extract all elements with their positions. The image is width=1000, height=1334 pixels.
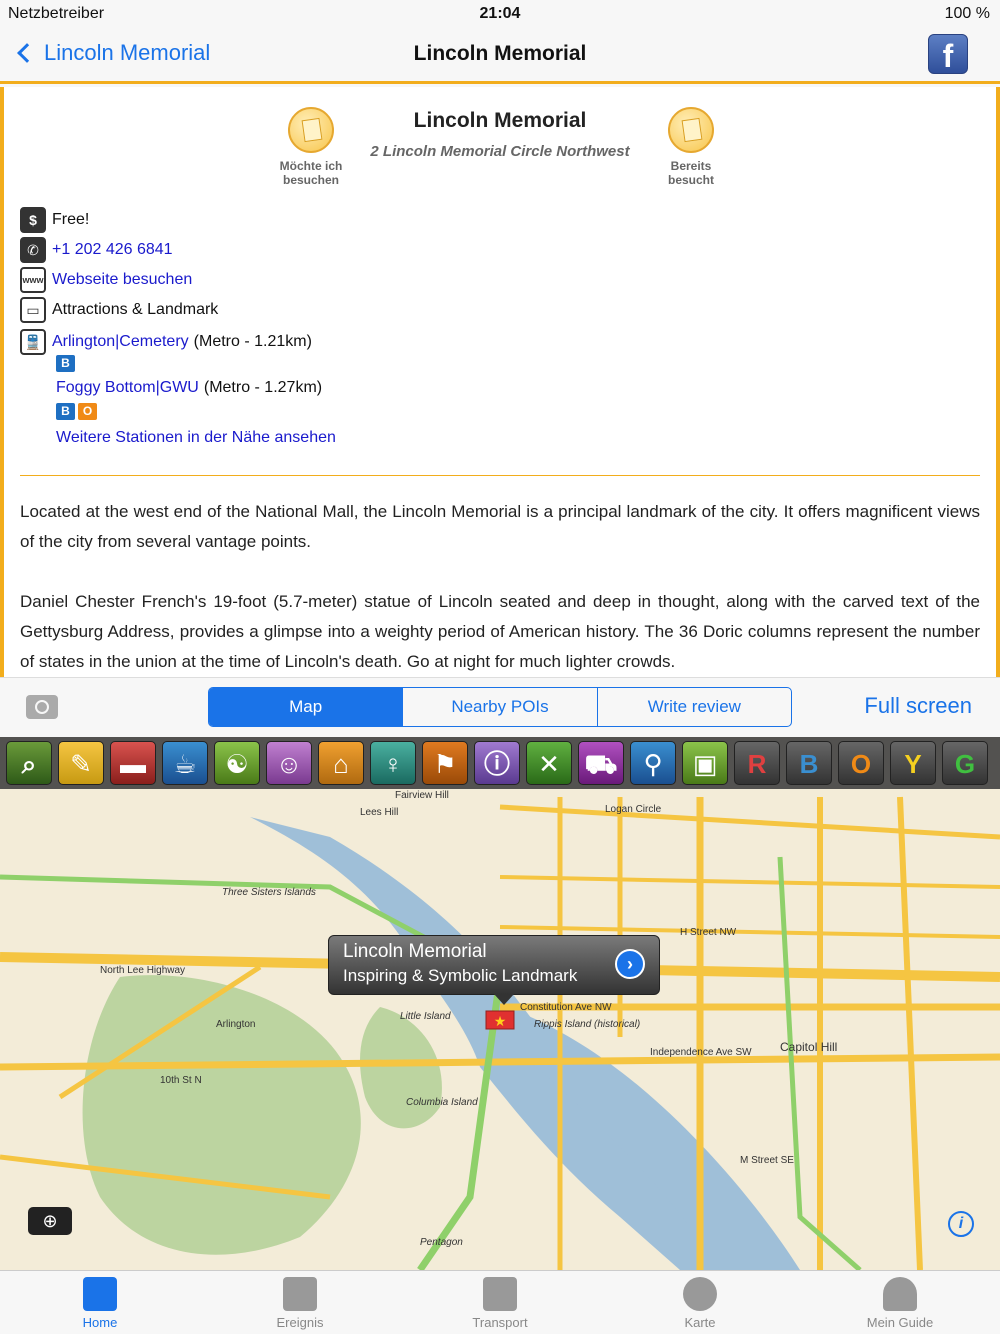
nightlife-icon[interactable]: ♀ (370, 741, 416, 785)
map-label: Capitol Hill (780, 1040, 838, 1054)
home-icon (83, 1277, 117, 1311)
train-icon (483, 1277, 517, 1311)
station-lines-1: B (56, 355, 78, 372)
theater-icon[interactable]: ☺ (266, 741, 312, 785)
map-label: Logan Circle (605, 804, 662, 815)
poi-header: Lincoln Memorial 2 Lincoln Memorial Circ… (4, 87, 996, 160)
line-filter-orange[interactable]: O (838, 741, 884, 785)
tab-map[interactable]: Map (209, 688, 403, 726)
shopping-cart-icon[interactable]: ⛟ (578, 741, 624, 785)
map-label: Rippis Island (historical) (534, 1019, 641, 1030)
map-label: Fairview Hill (395, 790, 449, 801)
status-bar: Netzbetreiber 21:04 100 % (0, 0, 1000, 28)
price-row: $ Free! (20, 207, 89, 233)
map-label: Independence Ave SW (650, 1047, 752, 1058)
map-label: 10th St N (160, 1075, 202, 1086)
map-label: Arlington (216, 1019, 256, 1030)
calendar-icon (283, 1277, 317, 1311)
person-icon (883, 1277, 917, 1311)
line-filter-blue[interactable]: B (786, 741, 832, 785)
tab-ereignis[interactable]: Ereignis (200, 1271, 400, 1334)
www-icon: www (20, 267, 46, 293)
tab-transport[interactable]: Transport (400, 1271, 600, 1334)
line-badge-blue: B (56, 355, 75, 372)
category-row: ▭ Attractions & Landmark (20, 297, 218, 323)
website-row[interactable]: www Webseite besuchen (20, 267, 192, 293)
info-icon[interactable]: i (948, 1211, 974, 1237)
chevron-right-icon[interactable]: › (615, 949, 645, 979)
divider (20, 475, 980, 476)
yinyang-icon[interactable]: ☯ (214, 741, 260, 785)
tab-write-review[interactable]: Write review (596, 688, 791, 726)
navigation-bar: Lincoln Memorial Lincoln Memorial f (0, 28, 1000, 84)
dollar-icon: $ (20, 207, 46, 233)
phone-icon: ✆ (20, 237, 46, 263)
locate-icon[interactable]: ⊕ (28, 1207, 72, 1235)
map-label: Lees Hill (360, 807, 399, 818)
folder-icon: ▭ (20, 297, 46, 323)
tab-home[interactable]: Home (0, 1271, 200, 1334)
map-label: H Street NW (680, 927, 737, 938)
poi-filter-toolbar: ⌕ ✎ ▬ ☕ ☯ ☺ ⌂ ♀ ⚑ ⓘ ✕ ⛟ ⚲ ▣ R B O Y G (0, 737, 1000, 789)
line-badge-blue: B (56, 403, 75, 420)
callout-title: Lincoln Memorial (343, 941, 487, 962)
full-screen-button[interactable]: Full screen (864, 693, 972, 719)
poi-name: Lincoln Memorial (413, 109, 587, 132)
chevron-left-icon (17, 43, 37, 63)
callout-subtitle: Inspiring & Symbolic Landmark (343, 966, 578, 985)
globe-icon (683, 1277, 717, 1311)
line-badge-orange: O (78, 403, 97, 420)
line-filter-red[interactable]: R (734, 741, 780, 785)
svg-text:★: ★ (494, 1013, 507, 1029)
metro-icon[interactable]: ▣ (682, 741, 728, 785)
activity-icon[interactable]: ⚑ (422, 741, 468, 785)
more-stations-link[interactable]: Weitere Stationen in der Nähe ansehen (56, 429, 336, 447)
description-paragraph: Located at the west end of the National … (20, 502, 980, 551)
camera-icon[interactable] (26, 695, 58, 719)
map-label: North Lee Highway (100, 965, 186, 976)
map-label: Little Island (400, 1011, 451, 1022)
segmented-control: Map Nearby POIs Write review (208, 687, 792, 727)
pin-icon[interactable]: ⚲ (630, 741, 676, 785)
poi-address: 2 Lincoln Memorial Circle Northwest (370, 143, 630, 160)
map-label: Columbia Island (406, 1097, 478, 1108)
train-icon: 🚆 (20, 329, 46, 355)
attractions-icon[interactable]: ✎ (58, 741, 104, 785)
map-label: M Street SE (740, 1155, 794, 1166)
map-label: Three Sisters Islands (222, 887, 316, 898)
hotel-icon[interactable]: ▬ (110, 741, 156, 785)
map-view[interactable]: ★ Fairview Hill Lees Hill Logan Circle T… (0, 737, 1000, 1270)
facebook-icon[interactable]: f (928, 34, 968, 74)
map-label: Pentagon (420, 1237, 463, 1248)
description-paragraph: Daniel Chester French's 19-foot (5.7-met… (20, 592, 980, 671)
cafe-icon[interactable]: ☕ (162, 741, 208, 785)
tab-karte[interactable]: Karte (600, 1271, 800, 1334)
line-filter-green[interactable]: G (942, 741, 988, 785)
museum-icon[interactable]: ⌂ (318, 741, 364, 785)
tab-mein-guide[interactable]: Mein Guide (800, 1271, 1000, 1334)
map-controls-bar: Map Nearby POIs Write review Full screen (0, 677, 1000, 737)
station-lines-2: BO (56, 403, 100, 420)
search-icon[interactable]: ⌕ (6, 741, 52, 785)
tab-bar: Home Ereignis Transport Karte Mein Guide (0, 1270, 1000, 1334)
map-label: Constitution Ave NW (520, 1002, 612, 1013)
line-filter-yellow[interactable]: Y (890, 741, 936, 785)
poi-detail: Möchte ich besuchen Bereits besucht Linc… (0, 87, 1000, 677)
restaurant-icon[interactable]: ✕ (526, 741, 572, 785)
station-row-1[interactable]: 🚆 Arlington|Cemetery (Metro - 1.21km) (20, 329, 312, 355)
tab-nearby-pois[interactable]: Nearby POIs (402, 688, 596, 726)
battery-label: 100 % (944, 5, 990, 22)
phone-row[interactable]: ✆ +1 202 426 6841 (20, 237, 173, 263)
back-button[interactable]: Lincoln Memorial (14, 40, 210, 66)
info-icon[interactable]: ⓘ (474, 741, 520, 785)
clock: 21:04 (479, 5, 521, 22)
map-callout[interactable]: Lincoln Memorial Inspiring & Symbolic La… (328, 935, 660, 1005)
station-row-2[interactable]: Foggy Bottom|GWU (Metro - 1.27km) (56, 379, 322, 397)
